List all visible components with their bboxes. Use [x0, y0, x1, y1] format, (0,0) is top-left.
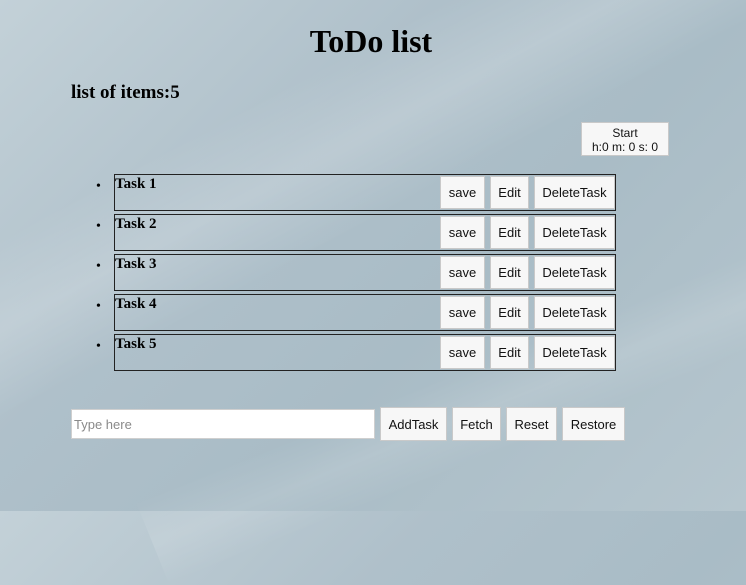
fetch-button[interactable]: Fetch — [452, 407, 501, 441]
task-row: Task 5 save Edit DeleteTask — [114, 334, 616, 371]
list-item: • Task 4 save Edit DeleteTask — [96, 294, 616, 332]
task-row: Task 1 save Edit DeleteTask — [114, 174, 616, 211]
delete-task-button[interactable]: DeleteTask — [534, 336, 615, 369]
task-input[interactable] — [71, 409, 375, 439]
edit-button[interactable]: Edit — [490, 256, 529, 289]
page-title: ToDo list — [309, 23, 433, 59]
task-name: Task 4 — [115, 296, 157, 312]
edit-button[interactable]: Edit — [490, 176, 529, 209]
list-item: • Task 1 save Edit DeleteTask — [96, 174, 616, 212]
delete-task-button[interactable]: DeleteTask — [534, 256, 615, 289]
save-button[interactable]: save — [440, 216, 485, 249]
task-name: Task 2 — [115, 216, 157, 232]
start-timer-label: Start — [612, 126, 638, 140]
reset-button[interactable]: Reset — [506, 407, 557, 441]
task-row: Task 2 save Edit DeleteTask — [114, 214, 616, 251]
save-button[interactable]: save — [440, 336, 485, 369]
list-item: • Task 2 save Edit DeleteTask — [96, 214, 616, 252]
bullet-icon: • — [96, 259, 101, 274]
task-row: Task 4 save Edit DeleteTask — [114, 294, 616, 331]
restore-button[interactable]: Restore — [562, 407, 625, 441]
delete-task-button[interactable]: DeleteTask — [534, 296, 615, 329]
edit-button[interactable]: Edit — [490, 296, 529, 329]
bullet-icon: • — [96, 179, 101, 194]
timer-readout: h:0 m: 0 s: 0 — [591, 140, 659, 154]
save-button[interactable]: save — [440, 296, 485, 329]
save-button[interactable]: save — [440, 256, 485, 289]
task-list: • Task 1 save Edit DeleteTask • Task 2 s… — [96, 174, 616, 374]
task-name: Task 5 — [115, 336, 157, 352]
list-item: • Task 3 save Edit DeleteTask — [96, 254, 616, 292]
add-task-button[interactable]: AddTask — [380, 407, 447, 441]
list-item: • Task 5 save Edit DeleteTask — [96, 334, 616, 372]
item-count-label: list of items:5 — [71, 82, 180, 103]
task-name: Task 1 — [115, 176, 157, 192]
start-timer-button[interactable]: Start h:0 m: 0 s: 0 — [581, 122, 669, 156]
delete-task-button[interactable]: DeleteTask — [534, 176, 615, 209]
task-name: Task 3 — [115, 256, 157, 272]
edit-button[interactable]: Edit — [490, 336, 529, 369]
bullet-icon: • — [96, 339, 101, 354]
edit-button[interactable]: Edit — [490, 216, 529, 249]
delete-task-button[interactable]: DeleteTask — [534, 216, 615, 249]
task-row: Task 3 save Edit DeleteTask — [114, 254, 616, 291]
bullet-icon: • — [96, 299, 101, 314]
bullet-icon: • — [96, 219, 101, 234]
save-button[interactable]: save — [440, 176, 485, 209]
